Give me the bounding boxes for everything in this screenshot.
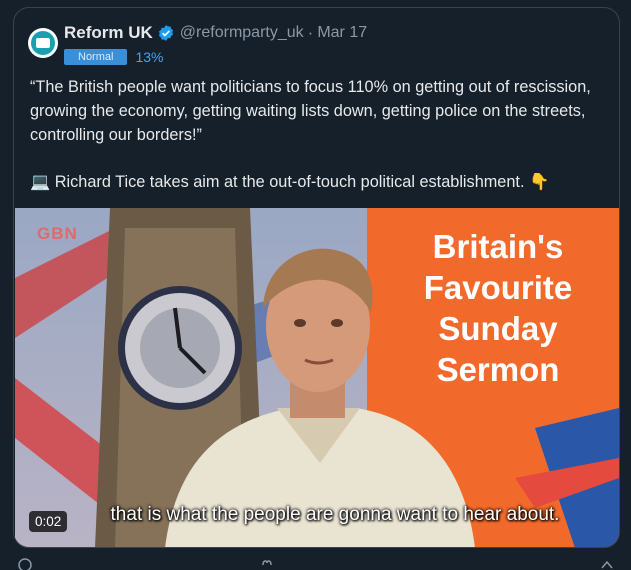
banner-line: Sunday <box>438 310 558 347</box>
percent-label: 13% <box>135 49 164 65</box>
tweet-card[interactable]: Reform UK @reformparty_uk · Mar 17 Norma… <box>13 7 620 548</box>
verified-badge-icon <box>158 25 173 41</box>
reform-logo-icon <box>31 31 55 55</box>
tweet-date[interactable]: Mar 17 <box>317 24 367 42</box>
label-row: Normal 13% <box>64 49 163 65</box>
tweet-line: 💻 Richard Tice takes aim at the out-of-t… <box>30 173 550 191</box>
tweet-text: “The British people want politicians to … <box>30 75 610 194</box>
like-icon[interactable] <box>260 556 274 570</box>
reply-icon[interactable] <box>18 556 32 570</box>
banner-line: Sermon <box>436 351 560 388</box>
video-player[interactable]: GBN Britain's Favourite Sunday Sermon th… <box>15 208 619 547</box>
tweet-header: Reform UK @reformparty_uk · Mar 17 <box>64 23 367 43</box>
action-bar <box>0 556 631 570</box>
banner-line: Britain's <box>432 228 564 265</box>
avatar[interactable] <box>28 28 58 58</box>
separator: · <box>307 23 314 42</box>
banner-text: Britain's Favourite Sunday Sermon <box>378 226 618 390</box>
share-icon[interactable] <box>600 556 614 570</box>
tweet-quote: “The British people want politicians to … <box>30 78 591 144</box>
handle[interactable]: @reformparty_uk <box>180 24 304 42</box>
status-badge: Normal <box>64 49 128 65</box>
banner-line: Favourite <box>423 269 573 306</box>
video-subtitle: that is what the people are gonna want t… <box>110 504 560 525</box>
channel-logo: GBN <box>37 224 78 243</box>
display-name[interactable]: Reform UK <box>64 23 153 43</box>
video-duration: 0:02 <box>29 511 68 532</box>
